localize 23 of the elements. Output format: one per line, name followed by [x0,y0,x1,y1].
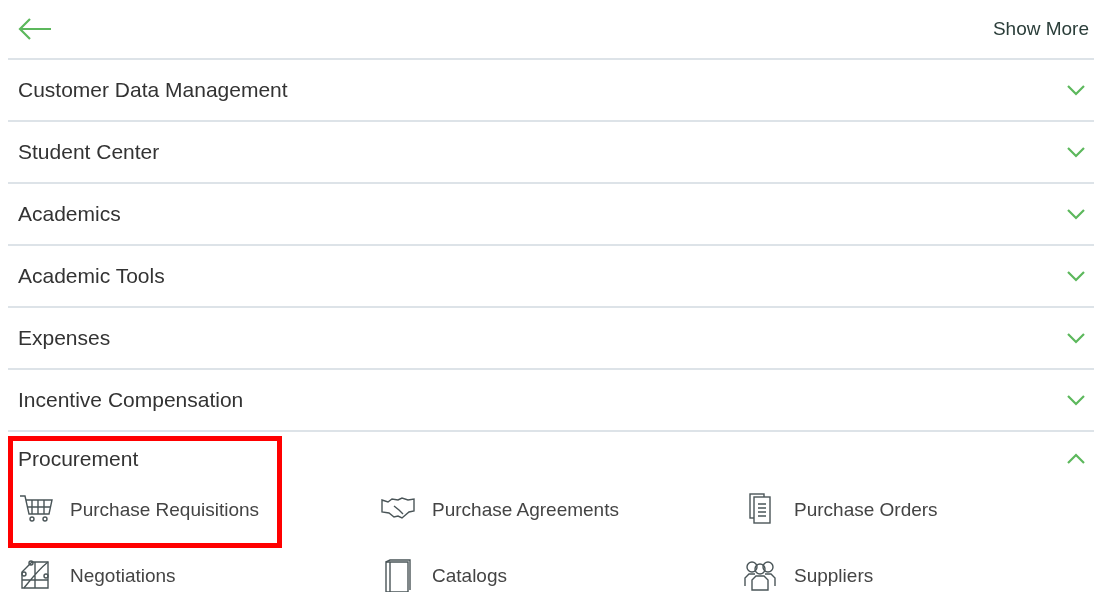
section-title[interactable]: Incentive Compensation [18,388,244,412]
app-tile[interactable]: Purchase Orders [742,486,1100,534]
chevron-down-icon[interactable] [1066,394,1086,406]
users-icon [742,558,778,592]
app-tile[interactable]: Suppliers [742,552,1100,592]
section-title[interactable]: Academics [18,202,121,226]
show-more-link[interactable]: Show More [992,18,1089,40]
chevron-down-icon[interactable] [1066,146,1086,158]
chevron-down-icon[interactable] [1066,84,1086,96]
chevron-up-icon[interactable] [1066,453,1086,465]
chevron-down-icon[interactable] [1066,208,1086,220]
back-arrow-icon[interactable] [18,18,52,40]
section-title[interactable]: Customer Data Management [18,78,288,102]
chevron-down-icon[interactable] [1066,332,1086,344]
app-tile[interactable]: Purchase Requisitions [18,486,380,534]
section-title[interactable]: Procurement [18,447,139,471]
app-tile[interactable]: Negotiations [18,552,380,592]
section-title[interactable]: Academic Tools [18,264,165,288]
app-tile[interactable]: Catalogs [380,552,742,592]
section-title[interactable]: Student Center [18,140,160,164]
chevron-down-icon[interactable] [1066,270,1086,282]
section-title[interactable]: Expenses [18,326,111,350]
app-tile[interactable]: Purchase Agreements [380,486,742,534]
